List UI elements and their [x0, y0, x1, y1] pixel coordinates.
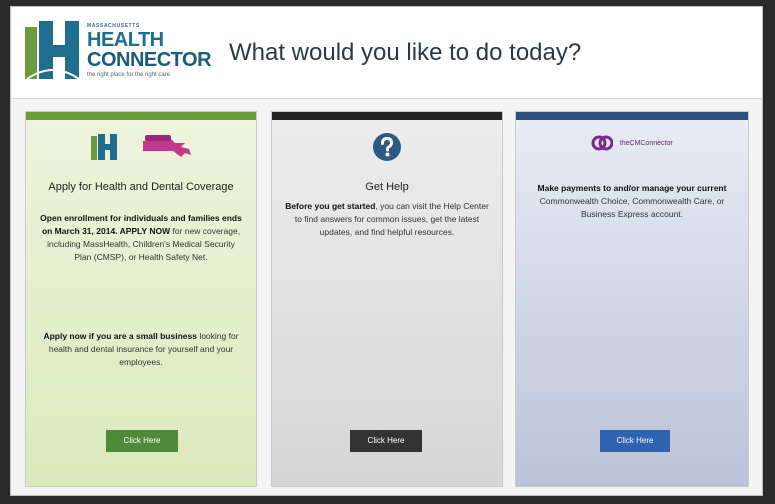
- help-click-here-button[interactable]: Click Here: [350, 430, 422, 452]
- help-icons: [272, 132, 502, 168]
- payments-brand-text: theCMConnector: [619, 139, 673, 147]
- page-frame: MASSACHUSETTS HEALTH CONNECTOR the right…: [10, 6, 763, 496]
- coverage-text-2: Apply now if you are a small business lo…: [38, 330, 244, 369]
- help-text-bold: Before you get started: [285, 201, 376, 211]
- help-text: Before you get started, you can visit th…: [284, 200, 490, 239]
- chain-link-icon: [591, 135, 614, 151]
- payments-click-here-button[interactable]: Click Here: [600, 430, 670, 452]
- health-connector-logo-icon: [25, 21, 80, 80]
- coverage-text-2-bold: Apply now if you are a small business: [43, 331, 197, 341]
- coverage-panel: Apply for Health and Dental Coverage Ope…: [25, 111, 257, 487]
- header: MASSACHUSETTS HEALTH CONNECTOR the right…: [11, 7, 762, 99]
- page-title: What would you like to do today?: [229, 39, 582, 66]
- payments-icons: theCMConnector: [516, 132, 748, 168]
- massachusetts-map-icon: [143, 135, 192, 157]
- coverage-icons: [26, 132, 256, 168]
- help-title: Get Help: [365, 181, 409, 193]
- coverage-title: Apply for Health and Dental Coverage: [48, 181, 234, 193]
- payments-text-rest: Commonwealth Choice, Commonwealth Care, …: [539, 196, 725, 219]
- logo-health-text: HEALTH: [87, 29, 164, 51]
- logo-connector-text: CONNECTOR: [87, 49, 212, 71]
- coverage-text-1: Open enrollment for individuals and fami…: [38, 212, 244, 264]
- coverage-panel-bar: [26, 112, 256, 120]
- payments-panel-bar: [516, 112, 748, 120]
- health-connector-h-icon: [90, 134, 117, 160]
- question-circle-icon: [373, 133, 401, 161]
- help-panel-bar: [272, 112, 502, 120]
- logo-tagline: the right place for the right care: [87, 72, 171, 78]
- help-panel: Get Help Before you get started, you can…: [271, 111, 503, 487]
- payments-panel: theCMConnector Make payments to and/or m…: [515, 111, 749, 487]
- payments-text-bold: Make payments to and/or manage your curr…: [537, 183, 727, 193]
- payments-text: Make payments to and/or manage your curr…: [528, 182, 736, 221]
- health-connector-logo[interactable]: MASSACHUSETTS HEALTH CONNECTOR the right…: [25, 21, 212, 85]
- coverage-click-here-button[interactable]: Click Here: [106, 430, 178, 452]
